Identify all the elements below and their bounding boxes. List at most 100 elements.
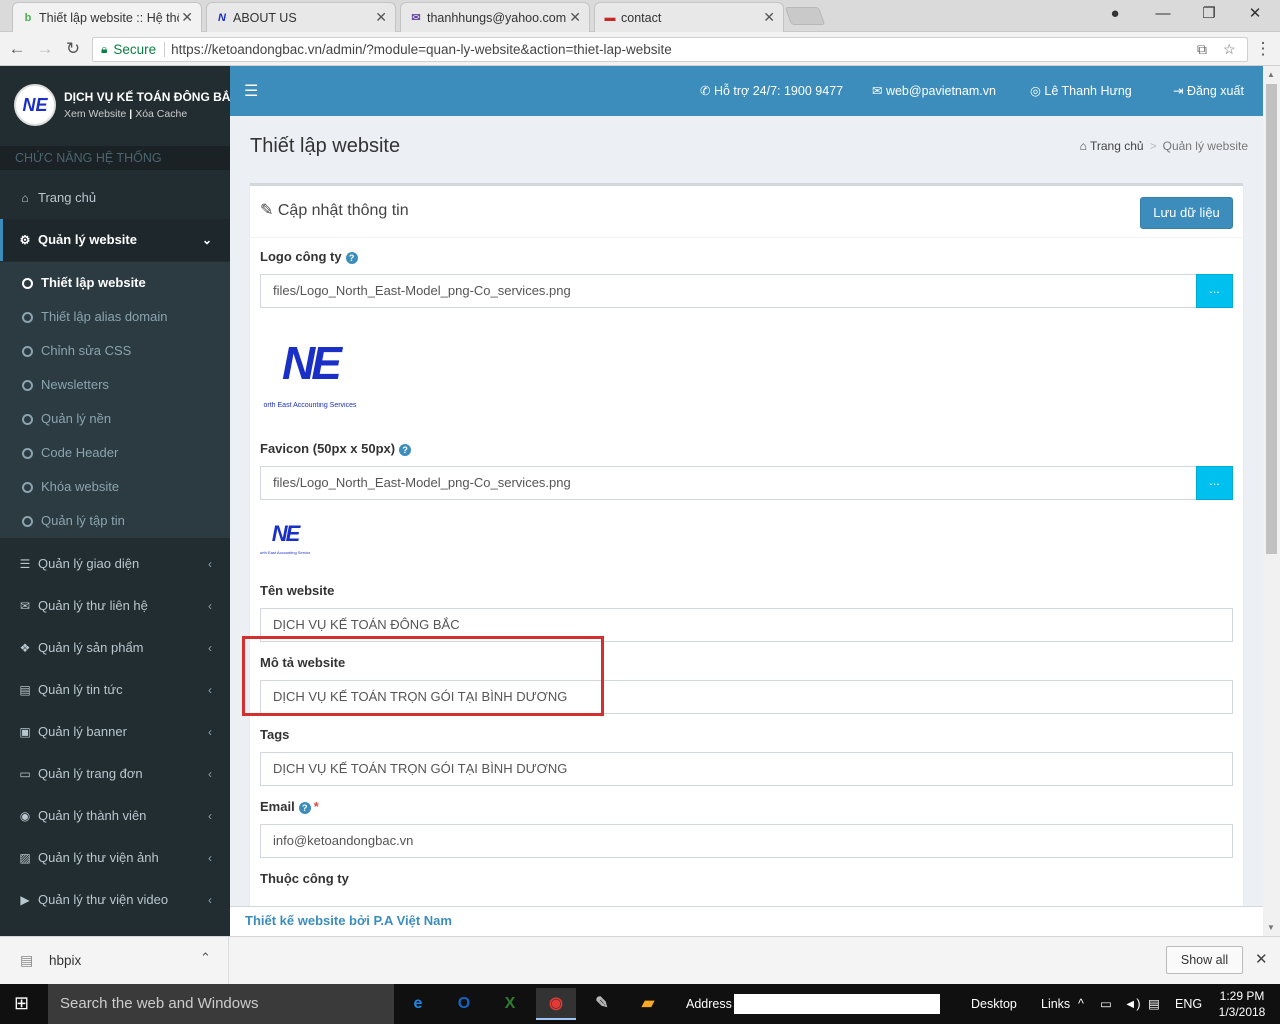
desktop-toolbar[interactable]: Desktop (971, 984, 1017, 1024)
sub-item-thiet-lap-website[interactable]: Thiết lập website (0, 266, 230, 300)
outlook-icon[interactable]: O (444, 988, 484, 1020)
show-all-button[interactable]: Show all (1166, 946, 1243, 974)
back-arrow-icon[interactable]: ← (6, 38, 28, 60)
sub-item-edit-css[interactable]: Chỉnh sửa CSS (0, 334, 230, 368)
circle-icon (22, 278, 33, 289)
chevron-up-icon[interactable]: ⌃ (200, 950, 211, 966)
minimize-icon[interactable]: — (1140, 0, 1186, 28)
close-tab-icon[interactable]: ✕ (763, 9, 775, 26)
excel-icon[interactable]: X (490, 988, 530, 1020)
volume-icon[interactable]: ◄) (1124, 984, 1141, 1024)
sub-item-code-header[interactable]: Code Header (0, 436, 230, 470)
notifications-icon[interactable]: ▤ (1148, 984, 1160, 1024)
email-input[interactable]: info@ketoandongbac.vn (260, 824, 1233, 858)
support-email[interactable]: ✉ web@pavietnam.vn (872, 66, 996, 116)
chevron-left-icon: ‹ (208, 641, 212, 655)
links-toolbar[interactable]: Links (1041, 984, 1070, 1024)
sidebar-item-video-library[interactable]: ▶ Quản lý thư viện video ‹ (0, 879, 230, 921)
logout-link[interactable]: ⇥ Đăng xuất (1173, 66, 1244, 116)
chrome-icon[interactable]: ◉ (536, 988, 576, 1020)
browser-tab-strip: b Thiết lập website :: Hệ thống ✕ N ABOU… (0, 0, 1280, 32)
download-file-name: hbpix (49, 953, 82, 968)
close-tab-icon[interactable]: ✕ (375, 9, 387, 26)
breadcrumb-home[interactable]: Trang chủ (1090, 139, 1144, 153)
edge-icon[interactable]: e (398, 988, 438, 1020)
tray-expand-icon[interactable]: ^ (1078, 984, 1084, 1024)
windows-start-icon[interactable]: ⊞ (14, 993, 29, 1014)
file-explorer-icon[interactable]: ▰ (628, 988, 668, 1020)
taskbar-clock[interactable]: 1:29 PM 1/3/2018 (1214, 988, 1270, 1020)
address-bar[interactable]: 🔒︎ Secure https://ketoandongbac.vn/admin… (92, 37, 1248, 62)
new-tab-button[interactable] (784, 7, 826, 25)
support-text: Hỗ trợ 24/7: 1900 9477 (713, 84, 844, 98)
tags-input[interactable]: DỊCH VỤ KẾ TOÁN TRỌN GÓI TẠI BÌNH DƯƠNG (260, 752, 1233, 786)
url-text[interactable]: https://ketoandongbac.vn/admin/?module=q… (171, 42, 672, 57)
sub-item-alias-domain[interactable]: Thiết lập alias domain (0, 300, 230, 334)
close-window-icon[interactable]: ✕ (1232, 0, 1278, 28)
profile-icon[interactable]: ● (1092, 0, 1138, 28)
chevron-left-icon: ‹ (208, 725, 212, 739)
tab-about-us[interactable]: N ABOUT US ✕ (206, 2, 396, 32)
close-tab-icon[interactable]: ✕ (569, 9, 581, 26)
sub-item-lock-website[interactable]: Khóa website (0, 470, 230, 504)
support-hotline[interactable]: ✆ Hỗ trợ 24/7: 1900 9477 (700, 66, 843, 116)
photo-icon: ▨ (19, 851, 31, 865)
view-website-link[interactable]: Xem Website (64, 108, 126, 120)
taskbar-search[interactable]: Search the web and Windows (48, 984, 394, 1024)
scroll-down-icon[interactable]: ▼ (1267, 923, 1275, 932)
bars-icon: ☰ (19, 557, 31, 571)
tab-thiet-lap-website[interactable]: b Thiết lập website :: Hệ thống ✕ (12, 2, 202, 32)
network-icon[interactable]: ▭ (1100, 984, 1112, 1024)
sub-item-file-manager[interactable]: Quản lý tập tin (0, 504, 230, 538)
hamburger-menu-icon[interactable]: ☰ (244, 81, 258, 101)
logo-browse-button[interactable]: ... (1196, 274, 1233, 308)
scroll-up-icon[interactable]: ▲ (1267, 70, 1275, 79)
favicon-path-input[interactable]: files/Logo_North_East-Model_png-Co_servi… (260, 466, 1197, 500)
sidebar-item-products[interactable]: ❖ Quản lý sản phẩm ‹ (0, 627, 230, 669)
edit-icon: ✎ (260, 202, 278, 219)
address-toolbar-input[interactable] (734, 994, 940, 1014)
sub-item-label: Thiết lập alias domain (41, 309, 168, 324)
save-button[interactable]: Lưu dữ liệu (1140, 197, 1233, 229)
sidebar-item-members[interactable]: ◉ Quản lý thành viên ‹ (0, 795, 230, 837)
paint-icon[interactable]: ✎ (582, 988, 622, 1020)
sidebar-item-interface[interactable]: ☰ Quản lý giao diện ‹ (0, 543, 230, 585)
brand-logo[interactable]: NE (14, 84, 56, 126)
sidebar-item-website-mgmt[interactable]: ⚙ Quản lý website ⌄ (0, 219, 230, 261)
tab-label: thanhhungs@yahoo.com (427, 10, 567, 25)
sidebar-item-contact-mail[interactable]: ✉ Quản lý thư liên hệ ‹ (0, 585, 230, 627)
close-download-bar-icon[interactable]: ✕ (1255, 950, 1268, 968)
cubes-icon: ❖ (19, 641, 31, 655)
chrome-menu-icon[interactable]: ⋮ (1252, 38, 1274, 60)
clear-cache-link[interactable]: Xóa Cache (135, 108, 187, 120)
sub-item-label: Chỉnh sửa CSS (41, 343, 132, 358)
chevron-left-icon: ‹ (208, 683, 212, 697)
close-tab-icon[interactable]: ✕ (181, 9, 193, 26)
reload-icon[interactable]: ↻ (62, 38, 84, 60)
sidebar-item-photo-library[interactable]: ▨ Quản lý thư viện ảnh ‹ (0, 837, 230, 879)
download-item[interactable]: ▤ hbpix ⌃ (0, 937, 229, 985)
sidebar-item-news[interactable]: ▤ Quản lý tin tức ‹ (0, 669, 230, 711)
user-menu[interactable]: ◎ Lê Thanh Hưng (1030, 66, 1132, 116)
sub-item-newsletters[interactable]: Newsletters (0, 368, 230, 402)
sub-item-background[interactable]: Quản lý nền (0, 402, 230, 436)
help-icon[interactable]: ? (345, 251, 358, 264)
page-scrollbar[interactable]: ▲ ▼ (1263, 66, 1280, 936)
forward-arrow-icon[interactable]: → (34, 38, 56, 60)
sidebar-item-home[interactable]: ⌂ Trang chủ (0, 177, 230, 219)
translate-icon[interactable]: ⧉ (1197, 41, 1207, 58)
tab-yahoo-mail[interactable]: ✉ thanhhungs@yahoo.com ✕ (400, 2, 590, 32)
help-icon[interactable]: ? (298, 801, 311, 814)
favicon-browse-button[interactable]: ... (1196, 466, 1233, 500)
sidebar-item-pages[interactable]: ▭ Quản lý trang đơn ‹ (0, 753, 230, 795)
logo-path-input[interactable]: files/Logo_North_East-Model_png-Co_servi… (260, 274, 1197, 308)
tab-contact[interactable]: ▬ contact ✕ (594, 2, 784, 32)
help-icon[interactable]: ? (399, 443, 412, 456)
footer-credit[interactable]: Thiết kế website bởi P.A Việt Nam (230, 906, 1263, 936)
bookmark-star-icon[interactable]: ☆ (1223, 41, 1236, 58)
language-indicator[interactable]: ENG (1175, 984, 1202, 1024)
scrollbar-thumb[interactable] (1266, 84, 1277, 554)
sidebar-item-banner[interactable]: ▣ Quản lý banner ‹ (0, 711, 230, 753)
sub-item-label: Quản lý tập tin (41, 513, 125, 528)
maximize-icon[interactable]: ❐ (1186, 0, 1232, 28)
